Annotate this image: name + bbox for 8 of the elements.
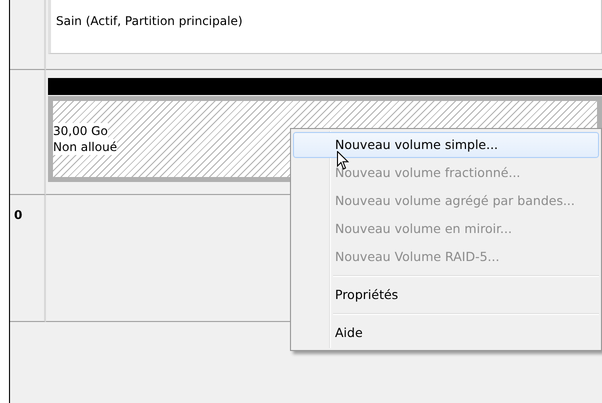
unallocated-label: Non alloué [53,139,118,155]
partition-status: Sain (Actif, Partition principale) [56,13,243,29]
unallocated-size: 30,00 Go [53,123,108,139]
disk-number: 0 [14,208,22,222]
menu-item[interactable]: Aide [293,320,599,346]
menu-item[interactable]: Propriétés [293,282,599,308]
menu-item[interactable]: Nouveau volume simple... [293,132,599,158]
partition-box[interactable]: Sain (Actif, Partition principale) [48,0,602,54]
